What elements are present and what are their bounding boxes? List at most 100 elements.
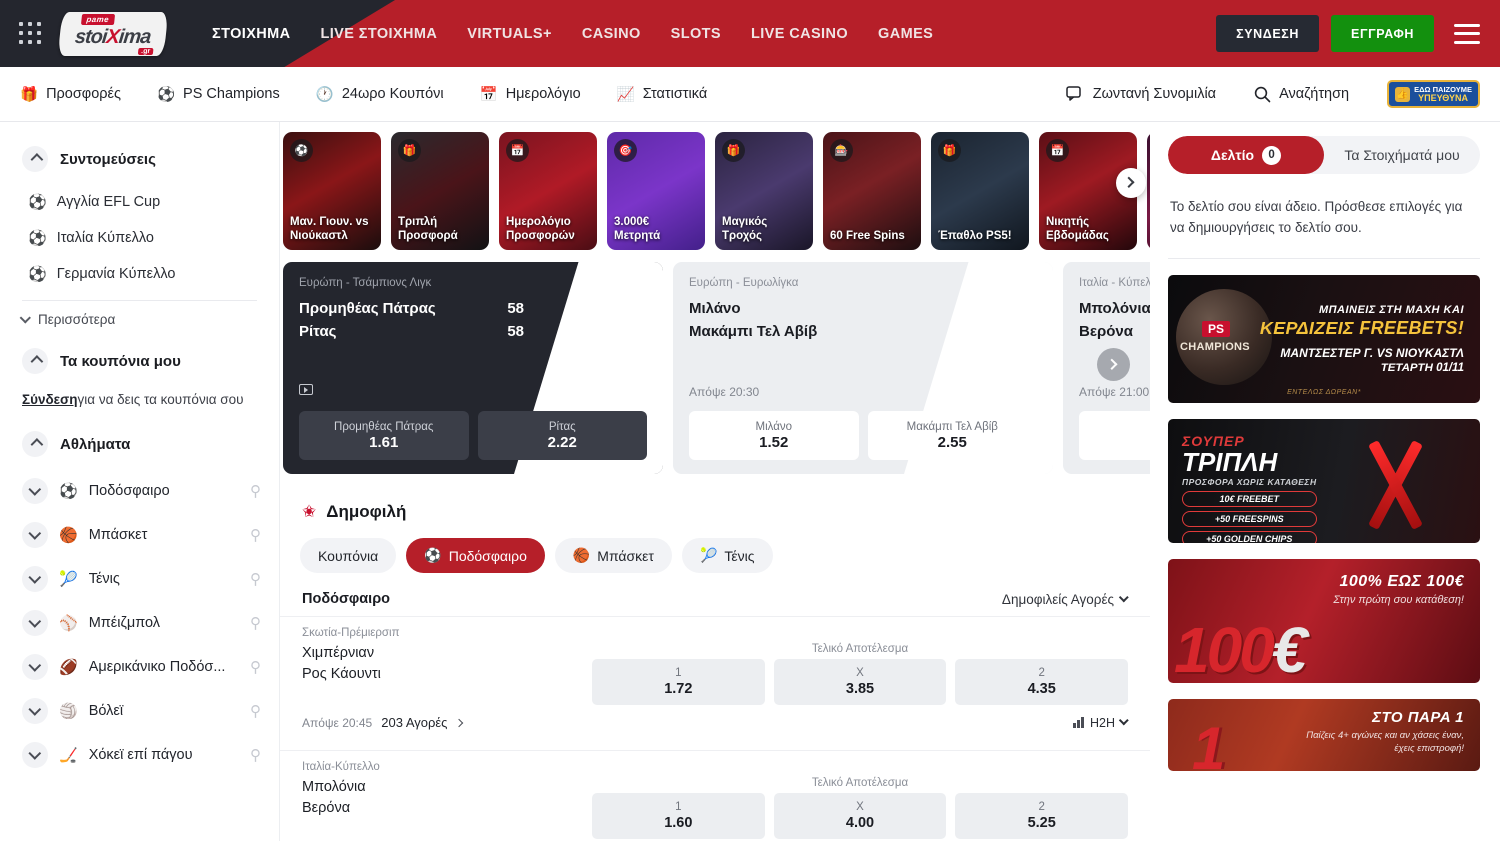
super-tripli-banner[interactable]: ΣΟΥΠΕΡ ΤΡΙΠΛΗ ΠΡΟΣΦΟΡΑ ΧΩΡΙΣ ΚΑΤΑΘΕΣΗ 10… xyxy=(1168,419,1480,543)
markets-dropdown[interactable]: Δημοφιλείς Αγορές xyxy=(1002,592,1128,607)
nav-item-virtuals[interactable]: VIRTUALS+ xyxy=(467,26,552,42)
sidebar-shortcut-italy-cup[interactable]: ⚽ Ιταλία Κύπελλο xyxy=(0,220,279,256)
sidebar-more-button[interactable]: Περισσότερα xyxy=(0,301,279,338)
subnav-item-statistics[interactable]: 📈 Στατιστικά xyxy=(617,86,708,103)
odd-button[interactable]: Ρίτας 2.22 xyxy=(478,411,648,460)
sidebar-section-sports[interactable]: Αθλήματα xyxy=(0,421,279,469)
pin-icon[interactable]: ⚲ xyxy=(250,482,261,500)
site-logo[interactable]: pame stoiXima .gr xyxy=(60,10,166,58)
pin-icon[interactable]: ⚲ xyxy=(250,570,261,588)
featured-match-card[interactable]: Ευρώπη - Τσάμπιονς Λιγκ Προμηθέας Πάτρας… xyxy=(283,262,663,474)
sidebar-sport-basketball[interactable]: 🏀 Μπάσκετ ⚲ xyxy=(0,513,279,557)
odd-button[interactable]: Μακάμπι Τελ Αβίβ 2.55 xyxy=(868,411,1038,460)
promo-card[interactable]: 🎯 3.000€ Μετρητά xyxy=(607,132,705,250)
chevron-down-icon[interactable] xyxy=(22,522,48,548)
sidebar-sport-tennis[interactable]: 🎾 Τένις ⚲ xyxy=(0,557,279,601)
login-button[interactable]: ΣΥΝΔΕΣΗ xyxy=(1216,15,1319,52)
chevron-down-icon[interactable] xyxy=(22,610,48,636)
tab-betslip[interactable]: Δελτίο 0 xyxy=(1168,136,1324,174)
odd-button[interactable]: Μιλάνο 1.52 xyxy=(689,411,859,460)
odd-button[interactable]: Προμηθέας Πάτρας 1.61 xyxy=(299,411,469,460)
chevron-down-icon[interactable] xyxy=(22,742,48,768)
odd-button-1[interactable]: 1 1.72 xyxy=(592,659,765,705)
promo-card[interactable]: 🎰 Pragmatic Buy Bonus xyxy=(1147,132,1150,250)
promo-card[interactable]: ⚽ Μαν. Γιουν. vs Νιούκαστλ xyxy=(283,132,381,250)
featured-match-card[interactable]: Ευρώπη - Ευρωλίγκα Μιλάνο Μακάμπι Τελ Αβ… xyxy=(673,262,1053,474)
left-sidebar: Συντομεύσεις ⚽ Αγγλία EFL Cup ⚽ Ιταλία Κ… xyxy=(0,122,280,841)
nav-item-slots[interactable]: SLOTS xyxy=(671,26,721,42)
chevron-up-icon xyxy=(22,348,48,374)
odd-value: 1.52 xyxy=(759,434,788,452)
odd-button-x[interactable]: X 3.85 xyxy=(774,659,947,705)
chip-tennis[interactable]: 🎾 Τένις xyxy=(682,538,773,573)
promo-next-button[interactable] xyxy=(1116,168,1146,198)
pin-icon[interactable]: ⚲ xyxy=(250,702,261,720)
sidebar-sport-baseball[interactable]: ⚾ Μπέιζμπολ ⚲ xyxy=(0,601,279,645)
tab-my-bets-label: Τα Στοιχήματά μου xyxy=(1344,147,1459,163)
responsible-gaming-badge[interactable]: 👍 ΕΔΩ ΠΑΙΖΟΥΜΕ ΥΠΕΥΘΥΝΑ xyxy=(1387,80,1480,108)
pin-icon[interactable]: ⚲ xyxy=(250,746,261,764)
match-teams[interactable]: Μπολόνια Βερόνα xyxy=(302,777,592,819)
chip-basketball[interactable]: 🏀 Μπάσκετ xyxy=(555,538,672,573)
pin-icon[interactable]: ⚲ xyxy=(250,658,261,676)
pin-icon[interactable]: ⚲ xyxy=(250,614,261,632)
chevron-down-icon[interactable] xyxy=(22,698,48,724)
deposit-bonus-banner[interactable]: 100% ΕΩΣ 100€ Στην πρώτη σου κατάθεση! 1… xyxy=(1168,559,1480,683)
sidebar-shortcut-germany-cup[interactable]: ⚽ Γερμανία Κύπελλο xyxy=(0,256,279,292)
featured-next-button[interactable] xyxy=(1097,348,1130,381)
subnav-item-calendar[interactable]: 📅 Ημερολόγιο xyxy=(480,86,581,103)
odd-button-x[interactable]: X 4.00 xyxy=(774,793,947,839)
promo-card[interactable]: 🎁 Έπαθλο PS5! xyxy=(931,132,1029,250)
live-stream-icon[interactable] xyxy=(299,384,313,395)
sidebar-sport-american-football[interactable]: 🏈 Αμερικάνικο Ποδόσ... ⚲ xyxy=(0,645,279,689)
subnav-item-offers[interactable]: 🎁 Προσφορές xyxy=(20,86,121,103)
chevron-down-icon[interactable] xyxy=(22,478,48,504)
chevron-down-icon[interactable] xyxy=(22,654,48,680)
chip-coupons[interactable]: Κουπόνια xyxy=(300,538,396,573)
chevron-right-icon[interactable] xyxy=(455,718,463,726)
odd-label: X xyxy=(856,800,864,814)
markets-count[interactable]: 203 Αγορές xyxy=(381,715,447,730)
odd-button-2[interactable]: 2 4.35 xyxy=(955,659,1128,705)
sidebar-sport-football[interactable]: ⚽ Ποδόσφαιρο ⚲ xyxy=(0,469,279,513)
promo-card[interactable]: 🎰 60 Free Spins xyxy=(823,132,921,250)
coupons-login-link[interactable]: Σύνδεση xyxy=(22,392,78,407)
subnav-item-24h-coupon[interactable]: 🕐 24ωρο Κουπόνι xyxy=(316,86,444,103)
nav-item-live-casino[interactable]: LIVE CASINO xyxy=(751,26,848,42)
tab-my-bets[interactable]: Τα Στοιχήματά μου xyxy=(1324,136,1480,174)
promo-card[interactable]: 🎁 Μαγικός Τροχός xyxy=(715,132,813,250)
signup-button[interactable]: ΕΓΓΡΑΦΗ xyxy=(1331,15,1434,52)
odd-value: 5.25 xyxy=(1028,814,1056,832)
apps-grid-icon[interactable] xyxy=(19,22,43,46)
chip-football[interactable]: ⚽ Ποδόσφαιρο xyxy=(406,538,545,573)
odd-button-1[interactable]: 1 1.60 xyxy=(592,793,765,839)
odd-button[interactable]: 1 1.60 xyxy=(1079,411,1150,460)
sidebar-shortcut-efl-cup[interactable]: ⚽ Αγγλία EFL Cup xyxy=(0,184,279,220)
sidebar-section-my-coupons[interactable]: Τα κουπόνια μου xyxy=(0,338,279,386)
sidebar-sport-volleyball[interactable]: 🏐 Βόλεϊ ⚲ xyxy=(0,689,279,733)
live-chat-button[interactable]: Ζωντανή Συνομιλία xyxy=(1066,86,1216,103)
odd-button-2[interactable]: 2 5.25 xyxy=(955,793,1128,839)
sport-filter-chips: Κουπόνια ⚽ Ποδόσφαιρο 🏀 Μπάσκετ 🎾 Τένις xyxy=(280,522,1150,573)
banner-line-1: ΣΤΟ ΠΑΡΑ 1 xyxy=(1372,709,1464,726)
nav-item-casino[interactable]: CASINO xyxy=(582,26,641,42)
promo-card[interactable]: 🎁 Τριπλή Προσφορά xyxy=(391,132,489,250)
nav-item-games[interactable]: GAMES xyxy=(878,26,933,42)
promo-card[interactable]: 📅 Ημερολόγιο Προσφορών xyxy=(499,132,597,250)
search-button[interactable]: Αναζήτηση xyxy=(1254,86,1349,103)
chevron-down-icon[interactable] xyxy=(22,566,48,592)
ps-champions-banner[interactable]: PS CHAMPIONS ΜΠΑΙΝΕΙΣ ΣΤΗ ΜΑΧΗ ΚΑΙ ΚΕΡΔΙ… xyxy=(1168,275,1480,403)
h2h-button[interactable]: H2H xyxy=(1073,716,1128,730)
sport-label: Ποδόσφαιρο xyxy=(89,483,239,499)
nav-item-stoixima[interactable]: ΣΤΟΙΧΗΜΑ xyxy=(212,26,291,42)
nav-item-live-stoixima[interactable]: LIVE ΣΤΟΙΧΗΜΑ xyxy=(321,26,438,42)
subnav-item-ps-champions[interactable]: ⚽ PS Champions xyxy=(157,86,280,103)
hamburger-menu-icon[interactable] xyxy=(1454,24,1480,44)
match-teams[interactable]: Χιμπέρνιαν Ρος Κάουντι xyxy=(302,643,592,685)
pin-icon[interactable]: ⚲ xyxy=(250,526,261,544)
sidebar-sport-ice-hockey[interactable]: 🏒 Χόκεϊ επί πάγου ⚲ xyxy=(0,733,279,777)
sto-para-1-banner[interactable]: 1 ΣΤΟ ΠΑΡΑ 1 Παίζεις 4+ αγώνες και αν χά… xyxy=(1168,699,1480,771)
sidebar-section-shortcuts[interactable]: Συντομεύσεις xyxy=(0,136,279,184)
shortcut-label: Αγγλία EFL Cup xyxy=(57,194,160,210)
gift-icon: 🎁 xyxy=(938,139,961,162)
